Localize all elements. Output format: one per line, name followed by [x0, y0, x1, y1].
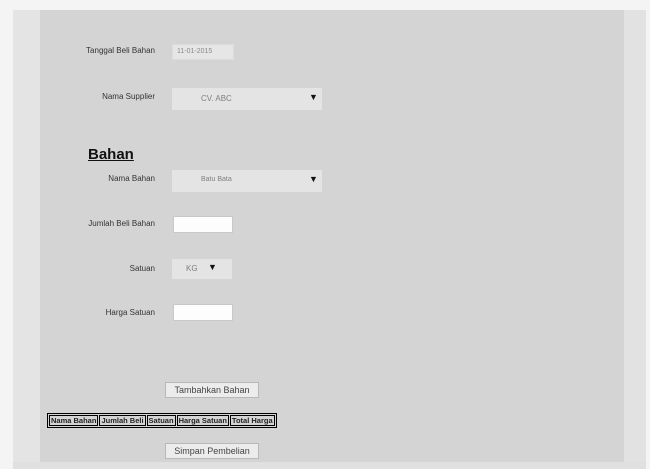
chevron-down-icon: ▼ — [309, 174, 318, 184]
left-margin — [13, 10, 40, 462]
section-heading-bahan: Bahan — [88, 146, 134, 163]
bahan-select[interactable]: Batu Bata ▼ — [172, 170, 322, 192]
tanggal-field[interactable]: 11-01-2015 — [172, 44, 234, 60]
column-header-jumlah-beli: Jumlah Beli — [99, 415, 146, 426]
chevron-down-icon: ▼ — [208, 262, 217, 272]
satuan-label: Satuan — [129, 264, 155, 273]
satuan-value: KG — [186, 264, 198, 273]
harga-label: Harga Satuan — [105, 308, 155, 317]
add-bahan-button[interactable]: Tambahkan Bahan — [165, 382, 259, 398]
right-margin — [624, 10, 646, 462]
harga-input[interactable] — [173, 304, 233, 321]
jumlah-input[interactable] — [173, 216, 233, 233]
bahan-value: Batu Bata — [201, 176, 232, 183]
bahan-label: Nama Bahan — [108, 174, 155, 183]
bottom-margin — [13, 462, 646, 469]
supplier-label: Nama Supplier — [102, 92, 155, 101]
satuan-select[interactable]: KG ▼ — [172, 259, 232, 279]
tanggal-label: Tanggal Beli Bahan — [86, 46, 155, 55]
column-header-nama-bahan: Nama Bahan — [49, 415, 99, 426]
jumlah-label: Jumlah Beli Bahan — [88, 219, 155, 228]
supplier-value: CV. ABC — [201, 94, 232, 103]
column-header-total-harga: Total Harga — [229, 415, 275, 426]
form-panel — [40, 10, 624, 462]
tanggal-value: 11-01-2015 — [177, 48, 213, 55]
column-header-satuan: Satuan — [146, 415, 176, 426]
save-pembelian-button[interactable]: Simpan Pembelian — [165, 443, 259, 459]
bahan-table-header: Nama Bahan Jumlah Beli Satuan Harga Satu… — [47, 413, 277, 428]
supplier-select[interactable]: CV. ABC ▼ — [172, 88, 322, 110]
column-header-harga-satuan: Harga Satuan — [176, 415, 229, 426]
chevron-down-icon: ▼ — [309, 92, 318, 102]
